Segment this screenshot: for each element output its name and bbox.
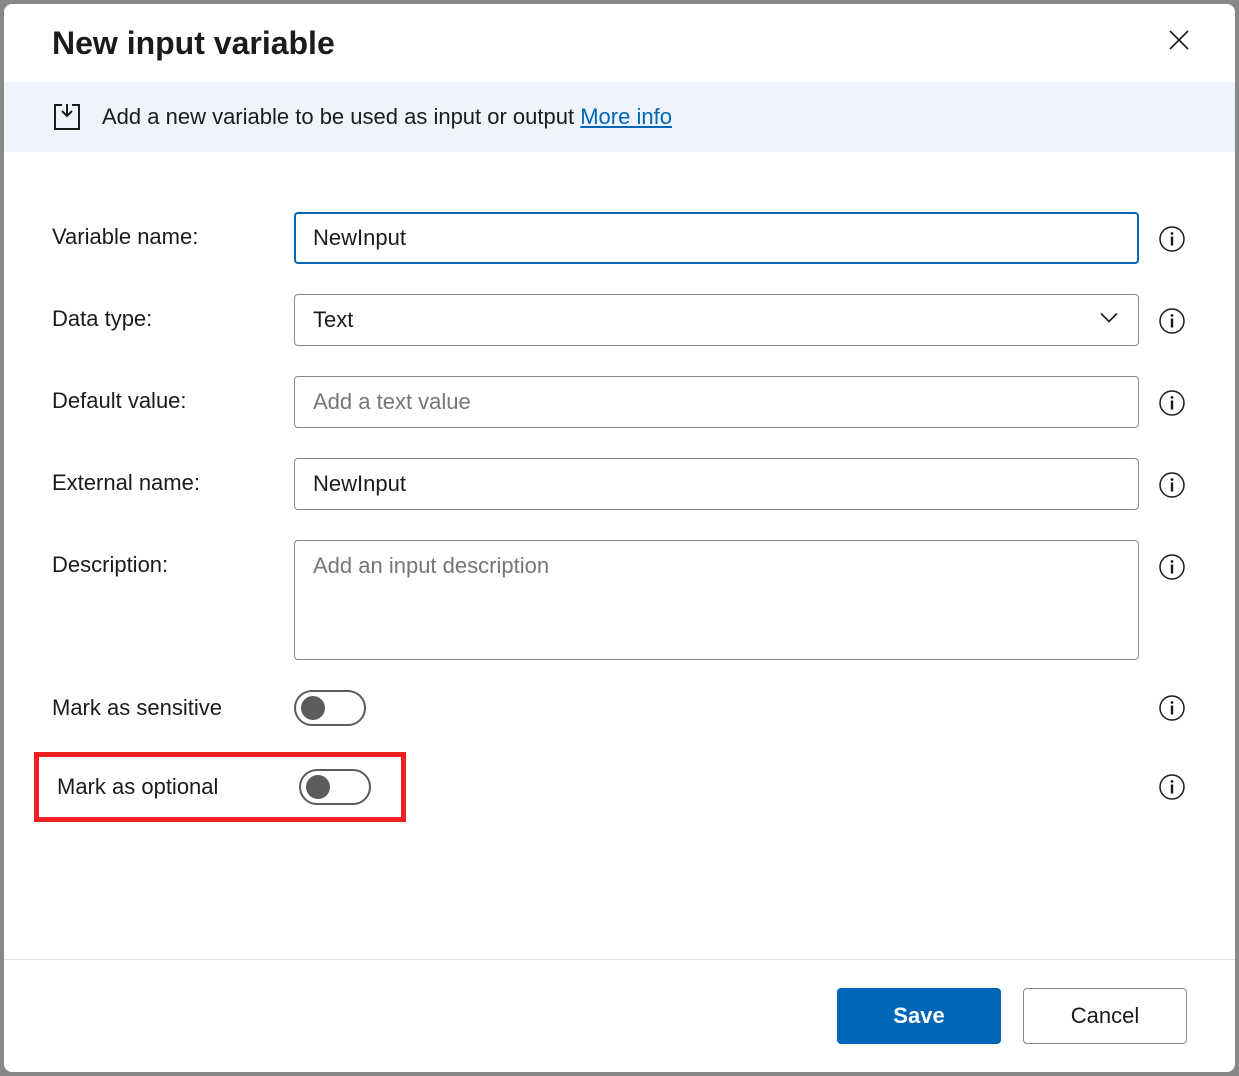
data-type-select[interactable]: Text <box>294 294 1139 346</box>
variable-name-row: Variable name: <box>52 212 1187 264</box>
data-type-row: Data type: Text <box>52 294 1187 346</box>
mark-sensitive-toggle[interactable] <box>294 690 366 726</box>
close-icon <box>1169 30 1189 50</box>
data-type-label: Data type: <box>52 294 294 332</box>
mark-sensitive-info-icon[interactable] <box>1157 693 1187 723</box>
form-body: Variable name: Data type: Text <box>4 152 1235 959</box>
mark-optional-highlight: Mark as optional <box>34 752 406 822</box>
banner-text: Add a new variable to be used as input o… <box>102 104 672 130</box>
toggle-knob <box>301 696 325 720</box>
new-input-variable-dialog: New input variable Add a new variable to… <box>4 4 1235 1072</box>
variable-name-label: Variable name: <box>52 212 294 250</box>
description-label: Description: <box>52 540 294 578</box>
default-value-input[interactable] <box>294 376 1139 428</box>
mark-optional-row: Mark as optional <box>52 752 1187 822</box>
variable-name-info-icon[interactable] <box>1157 224 1187 254</box>
dialog-footer: Save Cancel <box>4 959 1235 1072</box>
toggle-knob <box>306 775 330 799</box>
external-name-row: External name: <box>52 458 1187 510</box>
external-name-input[interactable] <box>294 458 1139 510</box>
mark-optional-label: Mark as optional <box>57 774 299 800</box>
more-info-link[interactable]: More info <box>580 104 672 129</box>
description-textarea[interactable] <box>294 540 1139 660</box>
variable-name-input[interactable] <box>294 212 1139 264</box>
dialog-title: New input variable <box>52 25 335 62</box>
save-button[interactable]: Save <box>837 988 1001 1044</box>
dialog-header: New input variable <box>4 4 1235 82</box>
external-name-info-icon[interactable] <box>1157 470 1187 500</box>
cancel-button[interactable]: Cancel <box>1023 988 1187 1044</box>
input-variable-icon <box>52 102 82 132</box>
mark-optional-info-icon[interactable] <box>1157 772 1187 802</box>
data-type-info-icon[interactable] <box>1157 306 1187 336</box>
mark-sensitive-label: Mark as sensitive <box>52 695 294 721</box>
mark-sensitive-row: Mark as sensitive <box>52 690 1187 726</box>
close-button[interactable] <box>1163 24 1195 62</box>
external-name-label: External name: <box>52 458 294 496</box>
default-value-label: Default value: <box>52 376 294 414</box>
description-info-icon[interactable] <box>1157 552 1187 582</box>
mark-optional-toggle[interactable] <box>299 769 371 805</box>
info-banner: Add a new variable to be used as input o… <box>4 82 1235 152</box>
default-value-row: Default value: <box>52 376 1187 428</box>
description-row: Description: <box>52 540 1187 660</box>
default-value-info-icon[interactable] <box>1157 388 1187 418</box>
